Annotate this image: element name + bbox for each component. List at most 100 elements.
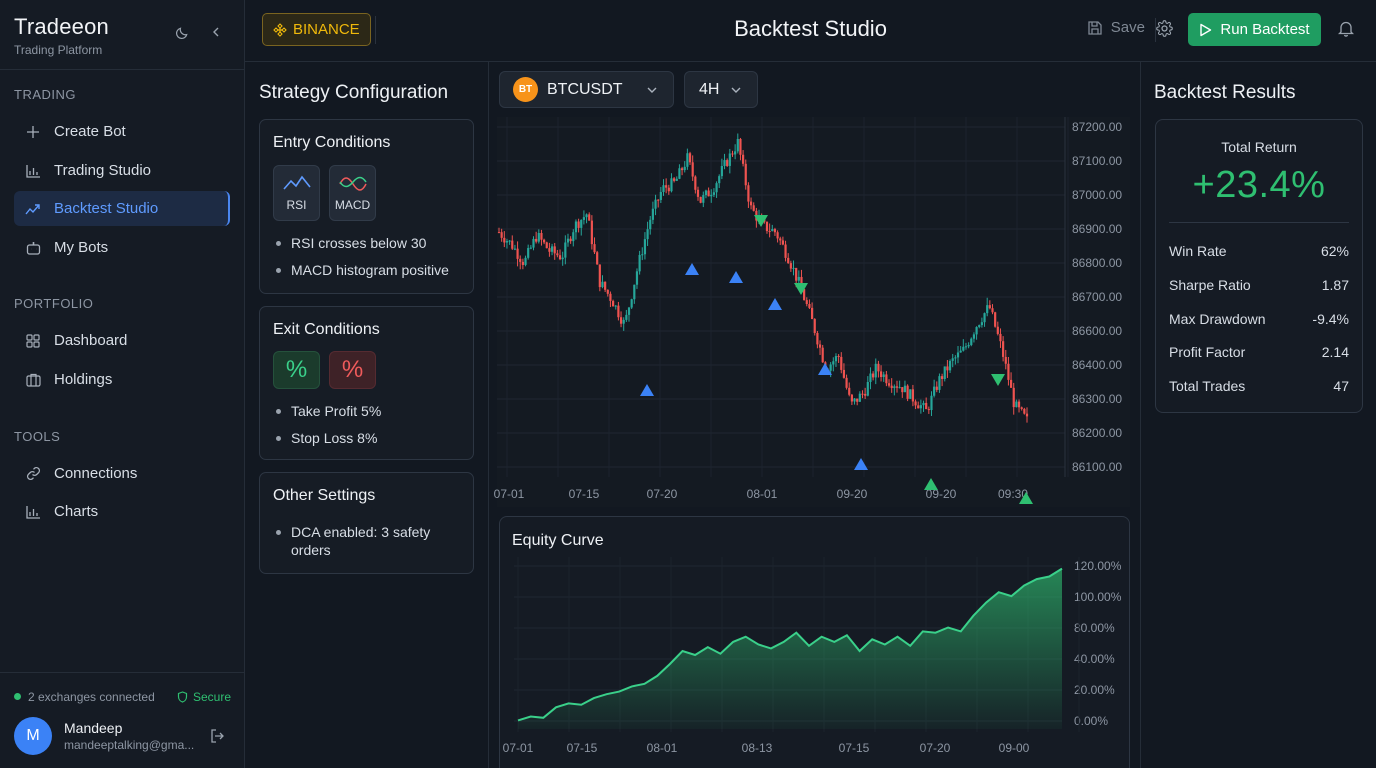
candle-body <box>792 267 795 269</box>
sidebar-item-label: Connections <box>54 465 138 482</box>
equity-curve-card: 120.00% 100.00% 80.00% 40.00% 20.00% 0.00% 07-… <box>499 516 1130 768</box>
section-label-tools: TOOLS <box>14 429 61 444</box>
candle-body <box>885 374 888 384</box>
rsi-indicator-tile[interactable]: RSI <box>273 165 320 221</box>
macd-indicator-tile[interactable]: MACD <box>329 165 376 221</box>
candle-body <box>872 373 875 378</box>
candle-body <box>943 366 946 379</box>
x-tick-label: 07-01 <box>503 741 534 755</box>
candle-body <box>850 394 853 402</box>
user-profile[interactable]: M Mandeep mandeeptalking@gma... <box>14 717 194 755</box>
candle-body <box>651 208 654 220</box>
chevron-down-icon <box>646 83 658 101</box>
sidebar-item-my-bots[interactable]: My Bots <box>14 230 230 265</box>
save-button[interactable]: Save <box>1087 19 1145 36</box>
candle-body <box>946 366 949 371</box>
candle-body <box>861 393 864 395</box>
sidebar-item-label: Trading Studio <box>54 162 152 179</box>
candle-body <box>842 369 846 378</box>
stop-loss-percent-tile[interactable]: % <box>329 351 376 389</box>
save-label: Save <box>1110 19 1145 36</box>
candle-body <box>906 385 909 399</box>
sidebar-item-holdings[interactable]: Holdings <box>14 362 230 397</box>
metric-value: 1.87 <box>1321 277 1349 293</box>
metric-row: Win Rate 62% <box>1169 243 1349 259</box>
candle-body <box>1002 341 1005 357</box>
candle-body <box>665 185 668 188</box>
candle-body <box>704 190 708 196</box>
link-icon <box>25 466 41 482</box>
candle-body <box>983 313 986 323</box>
candle-body <box>736 138 739 152</box>
candle-body <box>959 350 962 353</box>
candle-body <box>593 244 596 253</box>
equity-area <box>518 568 1062 729</box>
macd-wave-icon <box>338 176 367 191</box>
x-tick-label: 07-15 <box>569 487 600 501</box>
candle-body <box>543 239 546 243</box>
top-header: BINANCE Backtest Studio Save Run Backtes… <box>245 0 1376 62</box>
results-title: Backtest Results <box>1154 82 1296 103</box>
candle-body <box>1020 407 1023 409</box>
secure-label: Secure <box>192 690 231 704</box>
candle-body <box>527 248 530 258</box>
sidebar-item-trading-studio[interactable]: Trading Studio <box>14 153 230 188</box>
x-tick-label: 09-20 <box>837 487 868 501</box>
metric-row: Max Drawdown -9.4% <box>1169 311 1349 327</box>
candle-body <box>821 347 824 363</box>
candle-body <box>922 402 925 406</box>
metric-row: Profit Factor 2.14 <box>1169 344 1349 360</box>
candle-body <box>596 252 599 265</box>
candle-body <box>516 248 519 259</box>
y-tick-label: 40.00% <box>1074 652 1115 666</box>
gear-icon[interactable] <box>1156 20 1173 42</box>
connection-status-text: 2 exchanges connected <box>28 690 155 704</box>
collapse-chevron-icon[interactable] <box>208 24 224 40</box>
timeframe-select[interactable]: 4H <box>684 71 758 108</box>
sidebar-item-charts[interactable]: Charts <box>14 494 230 529</box>
candle-body <box>898 387 901 389</box>
sidebar-item-dashboard[interactable]: Dashboard <box>14 323 230 358</box>
take-profit-percent-tile[interactable]: % <box>273 351 320 389</box>
sidebar-item-connections[interactable]: Connections <box>14 456 230 491</box>
candle-body <box>808 304 811 308</box>
candle-body <box>816 332 819 345</box>
price-chart[interactable]: 87200.00 87100.00 87000.00 86900.00 86800.00… <box>489 117 1140 512</box>
candle-body <box>582 217 586 220</box>
equity-chart[interactable]: 120.00%100.00%80.00%40.00%20.00%0.00%07-… <box>500 517 1131 768</box>
equity-curve-title: Equity Curve <box>512 532 604 549</box>
sidebar-item-create-bot[interactable]: Create Bot <box>14 114 230 149</box>
sidebar-item-label: My Bots <box>54 239 109 256</box>
logout-icon[interactable] <box>210 729 225 748</box>
candle-body <box>646 229 649 240</box>
moon-icon[interactable] <box>174 24 190 40</box>
run-backtest-button[interactable]: Run Backtest <box>1188 13 1321 46</box>
sidebar-item-backtest-studio[interactable]: Backtest Studio <box>14 191 230 226</box>
x-tick-label: 07-01 <box>494 487 525 501</box>
x-tick-label: 07-20 <box>920 741 951 755</box>
candle-body <box>553 246 556 254</box>
candle-body <box>614 305 617 307</box>
metric-value: 47 <box>1333 378 1349 394</box>
bell-icon[interactable] <box>1337 20 1355 42</box>
pair-select[interactable]: BT BTCUSDT <box>499 71 674 108</box>
x-tick-label: 09-00 <box>999 741 1030 755</box>
candle-body <box>659 192 662 200</box>
candle-body <box>633 284 636 300</box>
candle-body <box>641 254 644 256</box>
y-tick-label: 86400.00 <box>1072 358 1122 372</box>
candle-body <box>662 185 665 193</box>
results-card: Total Return +23.4% Win Rate 62% Sharpe R… <box>1155 119 1363 413</box>
candle-body <box>580 219 583 228</box>
candle-body <box>914 401 917 406</box>
candle-body <box>627 307 631 315</box>
candle-body <box>617 305 620 318</box>
candle-body <box>710 194 713 197</box>
candle-body <box>654 199 657 209</box>
candle-body <box>572 232 575 242</box>
candle-body <box>699 196 702 203</box>
candle-body <box>630 299 633 308</box>
exit-rules-list: Take Profit 5% Stop Loss 8% <box>276 402 463 456</box>
list-item: Stop Loss 8% <box>276 429 463 447</box>
candle-body <box>749 201 753 206</box>
